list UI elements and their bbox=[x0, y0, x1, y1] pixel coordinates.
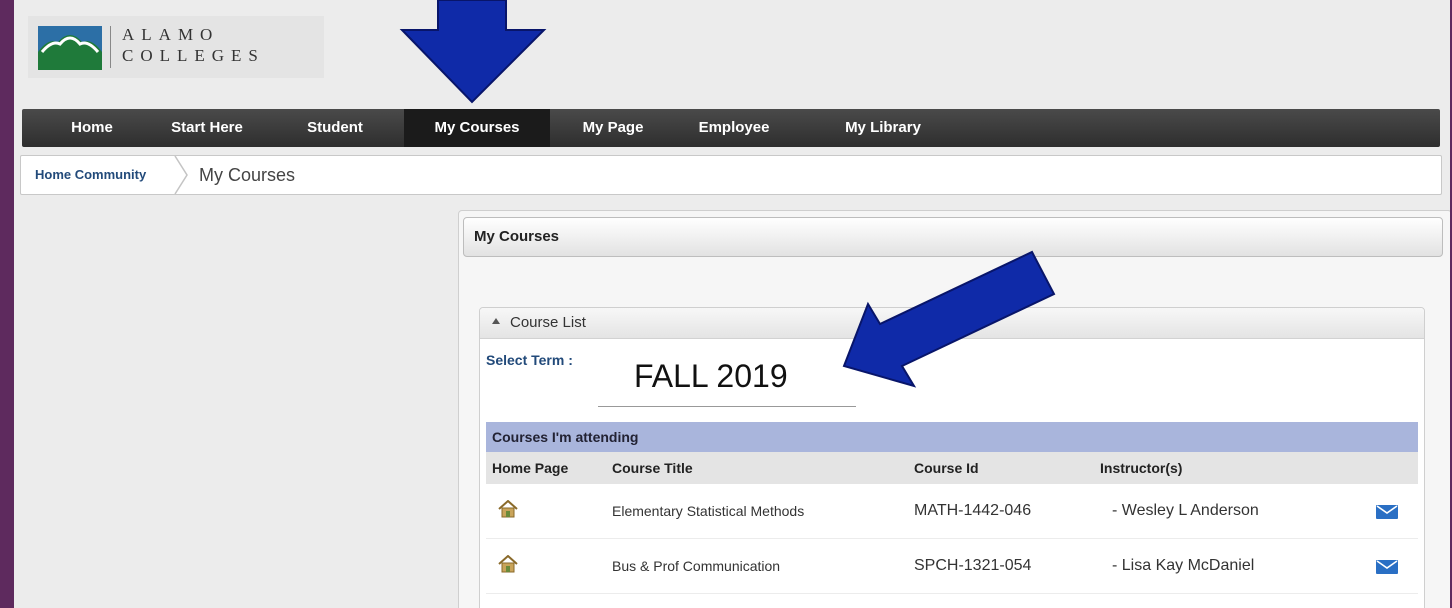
panel-title: My Courses bbox=[474, 228, 560, 245]
logo-line-2: COLLEGES bbox=[122, 46, 265, 65]
main-nav-bar: Home Start Here Student My Courses My Pa… bbox=[22, 109, 1440, 147]
instructor-name: - Lisa Kay McDaniel bbox=[1112, 557, 1255, 574]
nav-home[interactable]: Home bbox=[52, 109, 132, 147]
collapse-caret-icon[interactable] bbox=[492, 318, 500, 324]
table-row: Elementary Statistical Methods MATH-1442… bbox=[486, 484, 1418, 539]
course-title: Elementary Statistical Methods bbox=[612, 503, 805, 519]
col-course-id: Course Id bbox=[914, 460, 979, 476]
logo-line-1: ALAMO bbox=[122, 25, 220, 44]
portal-screen: ALAMO COLLEGES Home Start Here Student M… bbox=[14, 0, 1450, 608]
course-title: Bus & Prof Communication bbox=[612, 558, 781, 574]
course-id: MATH-1442-046 bbox=[914, 502, 1032, 519]
course-table-header: Home Page Course Title Course Id Instruc… bbox=[486, 452, 1418, 484]
table-row: Bus & Prof Communication SPCH-1321-054 -… bbox=[486, 539, 1418, 594]
courses-attending-header: Courses I'm attending bbox=[486, 422, 1418, 452]
course-list-title: Course List bbox=[510, 314, 586, 331]
alamo-colleges-logo[interactable]: ALAMO COLLEGES bbox=[28, 16, 324, 78]
course-id: SPCH-1321-054 bbox=[914, 557, 1032, 574]
nav-student[interactable]: Student bbox=[290, 109, 380, 147]
home-icon[interactable] bbox=[498, 555, 518, 573]
nav-my-library[interactable]: My Library bbox=[828, 109, 938, 147]
mail-icon[interactable] bbox=[1376, 505, 1398, 519]
col-instructors: Instructor(s) bbox=[1100, 460, 1183, 476]
col-home-page: Home Page bbox=[492, 460, 569, 476]
nav-my-courses[interactable]: My Courses bbox=[404, 109, 550, 147]
logo-divider bbox=[110, 26, 111, 68]
nav-my-page[interactable]: My Page bbox=[568, 109, 658, 147]
down-arrow-annotation-icon bbox=[399, 0, 547, 104]
nav-start-here[interactable]: Start Here bbox=[152, 109, 262, 147]
breadcrumb-current: My Courses bbox=[199, 165, 296, 185]
col-course-title: Course Title bbox=[612, 460, 693, 476]
mission-logo-icon bbox=[38, 26, 102, 70]
breadcrumb-separator-icon bbox=[174, 156, 188, 194]
home-icon[interactable] bbox=[498, 500, 518, 518]
logo-text: ALAMO COLLEGES bbox=[122, 24, 265, 66]
mail-icon[interactable] bbox=[1376, 560, 1398, 574]
nav-employee[interactable]: Employee bbox=[684, 109, 784, 147]
diagonal-arrow-annotation-icon bbox=[842, 250, 1056, 388]
breadcrumb-home-community[interactable]: Home Community bbox=[35, 156, 146, 194]
select-term-label: Select Term : bbox=[486, 352, 573, 368]
term-value[interactable]: FALL 2019 bbox=[634, 358, 788, 395]
term-underline bbox=[598, 406, 856, 407]
breadcrumb: Home Community My Courses bbox=[20, 155, 1442, 195]
instructor-name: - Wesley L Anderson bbox=[1112, 502, 1259, 519]
